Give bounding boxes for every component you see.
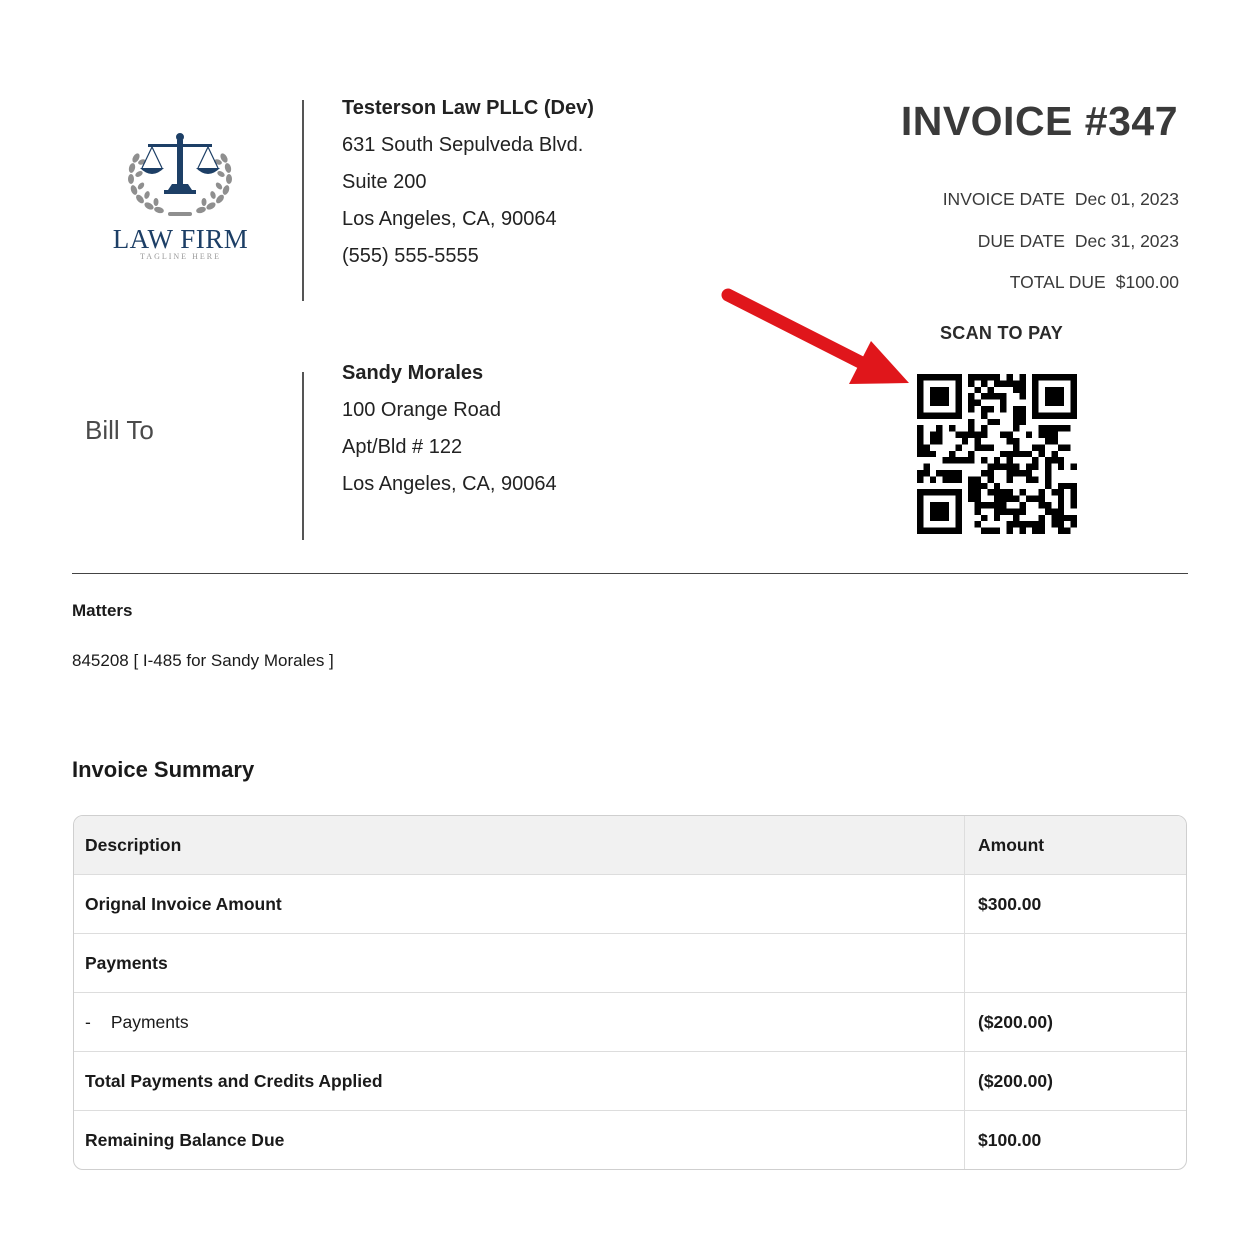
firm-address-line1: 631 South Sepulveda Blvd. [342, 134, 584, 156]
client-address-line1: 100 Orange Road [342, 399, 502, 421]
invoice-title: INVOICE #347 [900, 98, 1178, 144]
row-description: Total Payments and Credits Applied [74, 1052, 965, 1110]
invoice-date-value: Dec 01, 2023 [1074, 189, 1179, 209]
table-header-row: Description Amount [74, 816, 1186, 874]
firm-name: Testerson Law PLLC (Dev) [342, 97, 594, 119]
client-name: Sandy Morales [342, 362, 484, 384]
bill-to-heading: Bill To [85, 415, 154, 445]
client-address-block: Sandy Morales 100 Orange Road Apt/Bld # … [342, 355, 557, 503]
total-due-label: TOTAL DUE [1009, 272, 1106, 292]
scales-of-justice-icon [128, 133, 232, 216]
billto-divider [302, 372, 304, 540]
matters-heading: Matters [72, 601, 133, 620]
header-divider [302, 100, 304, 301]
firm-city-line: Los Angeles, CA, 90064 [342, 208, 557, 230]
column-header-description: Description [74, 816, 965, 874]
row-amount: ($200.00) [978, 1011, 1053, 1032]
row-amount [965, 934, 1186, 992]
total-due-row: TOTAL DUE $100.00 [1010, 272, 1179, 293]
matters-value: 845208 [ I-485 for Sandy Morales ] [72, 651, 334, 670]
invoice-summary-table: Description Amount Orignal Invoice Amoun… [73, 815, 1187, 1170]
table-row: Remaining Balance Due $100.00 [74, 1110, 1186, 1169]
row-description-text: Payments [110, 1011, 189, 1032]
table-row: Orignal Invoice Amount $300.00 [74, 874, 1186, 933]
table-row: Payments [74, 933, 1186, 992]
column-header-amount: Amount [978, 834, 1045, 855]
payment-qr-code[interactable] [917, 374, 1077, 534]
due-date-label: DUE DATE [977, 231, 1065, 251]
firm-phone: (555) 555-5555 [342, 245, 479, 267]
total-due-value: $100.00 [1115, 272, 1179, 292]
client-address-line2: Apt/Bld # 122 [342, 436, 463, 458]
row-description: Payments [74, 934, 965, 992]
indent-dash: - [85, 1011, 91, 1032]
section-divider [72, 573, 1188, 574]
firm-address-line2: Suite 200 [342, 171, 427, 193]
logo-name: LAW FIRM [112, 224, 249, 254]
row-description: Orignal Invoice Amount [74, 875, 965, 933]
row-description: - Payments [74, 993, 965, 1051]
table-row: Total Payments and Credits Applied ($200… [74, 1051, 1186, 1110]
firm-logo: LAW FIRM TAGLINE HERE [108, 128, 253, 268]
due-date-row: DUE DATE Dec 31, 2023 [978, 231, 1179, 252]
invoice-summary-heading: Invoice Summary [72, 757, 255, 782]
due-date-value: Dec 31, 2023 [1074, 231, 1179, 251]
row-amount: $300.00 [978, 893, 1042, 914]
scan-to-pay-label: SCAN TO PAY [940, 323, 1063, 343]
logo-tagline: TAGLINE HERE [140, 252, 221, 261]
row-description: Remaining Balance Due [74, 1111, 965, 1169]
invoice-date-row: INVOICE DATE Dec 01, 2023 [943, 189, 1179, 210]
firm-address-block: Testerson Law PLLC (Dev) 631 South Sepul… [342, 90, 594, 275]
invoice-date-label: INVOICE DATE [942, 189, 1065, 209]
row-amount: $100.00 [978, 1129, 1042, 1150]
client-city-line: Los Angeles, CA, 90064 [342, 473, 557, 495]
table-row: - Payments ($200.00) [74, 992, 1186, 1051]
row-amount: ($200.00) [978, 1070, 1053, 1091]
